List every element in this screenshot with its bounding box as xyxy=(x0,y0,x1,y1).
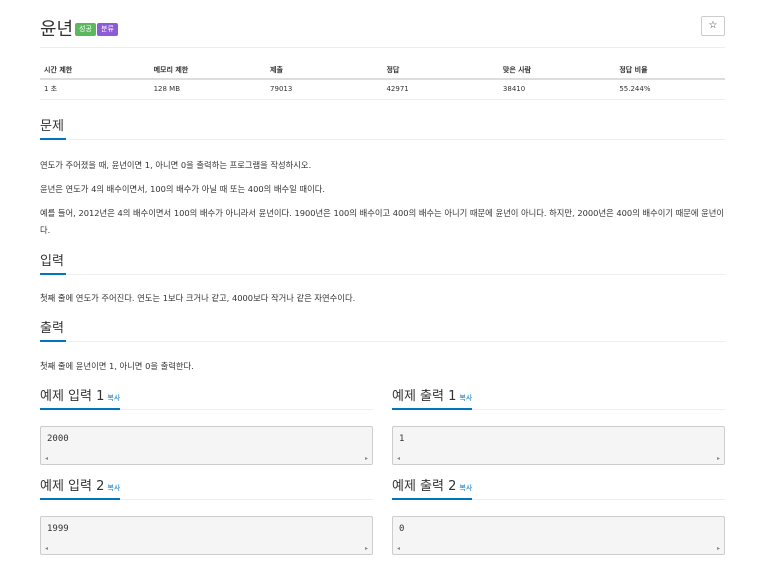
problem-paragraph-3: 예를 들어, 2012년은 4의 배수이면서 100의 배수가 아니라서 윤년이… xyxy=(40,208,725,235)
header-accepted: 정답 xyxy=(382,62,499,80)
problem-section-heading: 문제 xyxy=(40,118,725,140)
scroll-left-icon[interactable]: ◂ xyxy=(397,545,400,552)
header-time-limit: 시간 제한 xyxy=(40,62,150,80)
table-row: 1 초 128 MB 79013 42971 38410 55.244% xyxy=(40,79,725,100)
scroll-left-icon[interactable]: ◂ xyxy=(45,545,48,552)
sample-input-1-value: 2000 xyxy=(47,434,69,444)
scroll-left-icon[interactable]: ◂ xyxy=(397,455,400,462)
sample-input-1-heading: 예제 입력 1 복사 xyxy=(40,388,373,410)
submissions-value: 79013 xyxy=(266,79,383,100)
table-header-row: 시간 제한 메모리 제한 제출 정답 맞은 사람 정답 비율 xyxy=(40,62,725,80)
sample-input-2-box[interactable]: 1999 ◂ ▸ xyxy=(40,516,373,555)
copy-sample-output-1-button[interactable]: 복사 xyxy=(459,394,472,402)
sample-output-2-title: 예제 출력 2 xyxy=(392,479,457,494)
output-description: 첫째 줄에 윤년이면 1, 아니면 0을 출력한다. xyxy=(40,361,194,371)
output-heading-text: 출력 xyxy=(40,320,66,342)
scroll-left-icon[interactable]: ◂ xyxy=(45,455,48,462)
scroll-right-icon[interactable]: ▸ xyxy=(365,455,368,462)
star-icon: ☆ xyxy=(708,20,718,31)
accepted-value: 42971 xyxy=(382,79,499,100)
input-description: 첫째 줄에 연도가 주어진다. 연도는 1보다 크거나 같고, 4000보다 작… xyxy=(40,293,356,303)
problem-info-table: 시간 제한 메모리 제한 제출 정답 맞은 사람 정답 비율 1 초 128 M… xyxy=(40,62,725,100)
sample-output-1-title: 예제 출력 1 xyxy=(392,389,457,404)
solved-users-value: 38410 xyxy=(498,79,616,100)
header-solved-users: 맞은 사람 xyxy=(498,62,616,80)
sample-output-1-heading: 예제 출력 1 복사 xyxy=(392,388,725,410)
sample-output-2-heading: 예제 출력 2 복사 xyxy=(392,478,725,500)
copy-sample-output-2-button[interactable]: 복사 xyxy=(459,484,472,492)
sample-input-2-value: 1999 xyxy=(47,524,69,534)
category-badge[interactable]: 분류 xyxy=(97,23,118,36)
output-section-heading: 출력 xyxy=(40,320,725,342)
header-memory-limit: 메모리 제한 xyxy=(149,62,267,80)
sample-input-2-heading: 예제 입력 2 복사 xyxy=(40,478,373,500)
header-accept-ratio: 정답 비율 xyxy=(615,62,725,80)
sample-input-1-title: 예제 입력 1 xyxy=(40,389,105,404)
result-badge[interactable]: 성공 xyxy=(75,23,96,36)
star-button[interactable]: ☆ xyxy=(701,16,725,36)
copy-sample-input-1-button[interactable]: 복사 xyxy=(107,394,120,402)
title-divider xyxy=(40,47,725,48)
problem-header: 윤년 성공 분류 ☆ xyxy=(40,14,725,46)
sample-output-1-box[interactable]: 1 ◂ ▸ xyxy=(392,426,725,465)
sample-output-2-box[interactable]: 0 ◂ ▸ xyxy=(392,516,725,555)
time-limit-value: 1 초 xyxy=(40,79,150,100)
problem-title: 윤년 xyxy=(40,19,74,40)
header-submissions: 제출 xyxy=(266,62,383,80)
sample-output-1-value: 1 xyxy=(399,434,405,444)
scroll-right-icon[interactable]: ▸ xyxy=(365,545,368,552)
scroll-right-icon[interactable]: ▸ xyxy=(717,455,720,462)
accept-ratio-value: 55.244% xyxy=(615,79,725,100)
copy-sample-input-2-button[interactable]: 복사 xyxy=(107,484,120,492)
memory-limit-value: 128 MB xyxy=(149,79,267,100)
problem-paragraph-2: 윤년은 연도가 4의 배수이면서, 100의 배수가 아닐 때 또는 400의 … xyxy=(40,184,325,194)
sample-input-1-box[interactable]: 2000 ◂ ▸ xyxy=(40,426,373,465)
input-heading-text: 입력 xyxy=(40,253,66,275)
input-section-heading: 입력 xyxy=(40,253,725,275)
sample-input-2-title: 예제 입력 2 xyxy=(40,479,105,494)
problem-paragraph-1: 연도가 주어졌을 때, 윤년이면 1, 아니면 0을 출력하는 프로그램을 작성… xyxy=(40,160,312,170)
sample-output-2-value: 0 xyxy=(399,524,405,534)
scroll-right-icon[interactable]: ▸ xyxy=(717,545,720,552)
problem-heading-text: 문제 xyxy=(40,118,66,140)
